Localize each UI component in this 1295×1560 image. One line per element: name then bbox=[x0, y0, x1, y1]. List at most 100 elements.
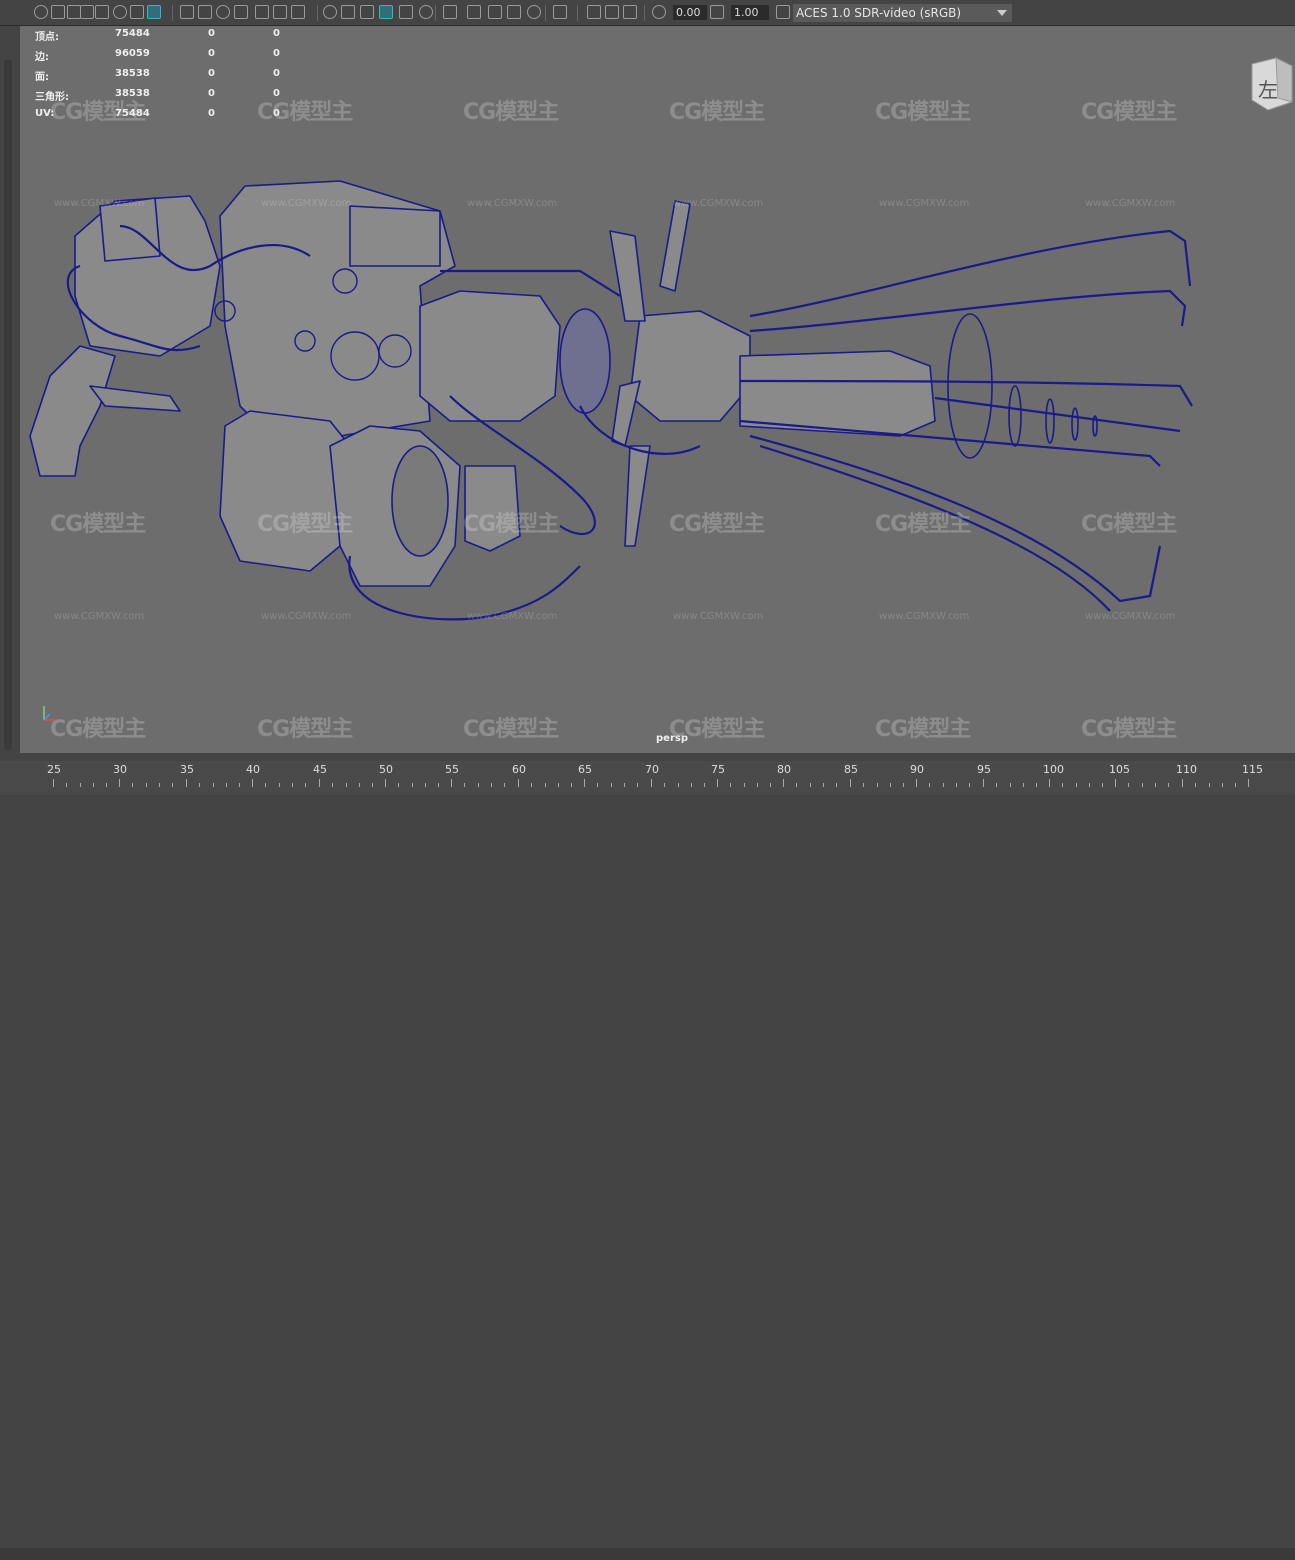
range-slider[interactable] bbox=[0, 1548, 1295, 1560]
hud-value-total: 38538 bbox=[115, 88, 150, 99]
backface-icon[interactable] bbox=[507, 5, 521, 19]
hud-value-selected: 0 bbox=[208, 48, 215, 59]
antialias-icon[interactable] bbox=[399, 5, 413, 19]
timeline-minor-tick bbox=[691, 783, 692, 787]
timeline-minor-tick bbox=[624, 783, 625, 787]
bookmark-icon[interactable] bbox=[67, 5, 81, 19]
shadows-icon[interactable] bbox=[341, 5, 355, 19]
timeline-minor-tick bbox=[265, 783, 266, 787]
timeline-tick-label: 110 bbox=[1176, 763, 1197, 776]
exposure-icon[interactable] bbox=[527, 5, 541, 19]
timeline-minor-tick bbox=[172, 783, 173, 787]
timeline-tick bbox=[1115, 779, 1116, 787]
watermark-logo: CG模型主 bbox=[463, 717, 559, 742]
wireframe-icon[interactable] bbox=[234, 5, 248, 19]
viewport-toolbar: 0.00 1.00 ACES 1.0 SDR-video (sRGB) bbox=[0, 0, 1295, 26]
camera-icon[interactable] bbox=[34, 5, 48, 19]
grid-icon[interactable] bbox=[776, 5, 790, 19]
timeline-tick bbox=[850, 779, 851, 787]
hud-label: 三角形: bbox=[35, 92, 69, 103]
film-gate-icon[interactable] bbox=[113, 5, 127, 19]
field-chart-icon[interactable] bbox=[180, 5, 194, 19]
smooth-shade-icon[interactable] bbox=[255, 5, 269, 19]
textured-icon[interactable] bbox=[291, 5, 305, 19]
watermark-url: www.CGMXW.com bbox=[261, 198, 352, 209]
3d-viewport[interactable]: CG模型主 CG模型主 CG模型主 CG模型主 CG模型主 CG模型主 CG模型主 CG模型主… bbox=[20, 26, 1295, 753]
watermark-url: www.CGMXW.com bbox=[54, 611, 145, 622]
timeline-tick bbox=[717, 779, 718, 787]
resolution-gate-icon[interactable] bbox=[130, 5, 144, 19]
xray-icon[interactable] bbox=[467, 5, 481, 19]
timeline-tick bbox=[385, 779, 386, 787]
timeline-tick-label: 85 bbox=[844, 763, 858, 776]
timeline-minor-tick bbox=[279, 783, 280, 787]
image-plane-icon[interactable] bbox=[710, 5, 724, 19]
bookmark-icon[interactable] bbox=[652, 5, 666, 19]
timeline-tick-label: 100 bbox=[1043, 763, 1064, 776]
timeline-minor-tick bbox=[438, 783, 439, 787]
isolate-select-icon[interactable] bbox=[443, 5, 457, 19]
hud-label: 面: bbox=[35, 72, 49, 83]
timeline-minor-tick bbox=[491, 783, 492, 787]
wireframe-on-shaded-icon[interactable] bbox=[273, 5, 287, 19]
watermark-logo: CG模型主 bbox=[257, 512, 353, 537]
time-slider[interactable]: 25 30 35 40 45 50 55 60 65 70 75 80 85 90 95 100 105 110 1… bbox=[0, 753, 1295, 1560]
watermark-url: www.CGMXW.com bbox=[467, 198, 558, 209]
timeline-minor-tick bbox=[678, 783, 679, 787]
timeline-minor-tick bbox=[597, 783, 598, 787]
timeline-minor-tick bbox=[106, 783, 107, 787]
hud-value-triangles: 0 bbox=[273, 108, 280, 119]
color-management-icon[interactable] bbox=[587, 5, 601, 19]
axis-gizmo-icon bbox=[43, 706, 56, 721]
hud-value-selected: 0 bbox=[208, 88, 215, 99]
camera-attributes-icon[interactable] bbox=[51, 5, 65, 19]
timeline-tick bbox=[1182, 779, 1183, 787]
watermark-url: www.CGMXW.com bbox=[879, 611, 970, 622]
timeline-tick-label: 55 bbox=[445, 763, 459, 776]
gate-mask-icon[interactable] bbox=[147, 5, 161, 19]
camera-attributes-icon[interactable] bbox=[623, 5, 637, 19]
safe-title-icon[interactable] bbox=[216, 5, 230, 19]
image-plane-icon[interactable] bbox=[80, 5, 94, 19]
watermark-logo: CG模型主 bbox=[1081, 512, 1177, 537]
timeline-tick bbox=[783, 779, 784, 787]
timeline-minor-tick bbox=[66, 783, 67, 787]
grid-icon[interactable] bbox=[95, 5, 109, 19]
exposure-field[interactable]: 0.00 bbox=[673, 5, 707, 20]
lighting-icon[interactable] bbox=[323, 5, 337, 19]
gamma-icon[interactable] bbox=[553, 5, 567, 19]
timeline-minor-tick bbox=[226, 783, 227, 787]
timeline-minor-tick bbox=[1036, 783, 1037, 787]
camera-icon[interactable] bbox=[605, 5, 619, 19]
watermark-url: www.CGMXW.com bbox=[673, 611, 764, 622]
timeline-minor-tick bbox=[836, 783, 837, 787]
watermark-logo: CG模型主 bbox=[669, 100, 765, 125]
view-cube-face-label: 左 bbox=[1258, 78, 1278, 102]
timeline-minor-tick bbox=[132, 783, 133, 787]
timeline-minor-tick bbox=[332, 783, 333, 787]
hud-label: 顶点: bbox=[35, 32, 59, 43]
watermark-logo: CG模型主 bbox=[50, 717, 146, 742]
timeline-tick bbox=[651, 779, 652, 787]
gamma-field[interactable]: 1.00 bbox=[731, 5, 769, 20]
color-space-dropdown[interactable]: ACES 1.0 SDR-video (sRGB) bbox=[793, 4, 1012, 22]
view-cube[interactable]: 左 bbox=[1248, 54, 1294, 114]
timeline-minor-tick bbox=[664, 783, 665, 787]
timeline-tick bbox=[584, 779, 585, 787]
timeline-minor-tick bbox=[969, 783, 970, 787]
timeline-tick-label: 40 bbox=[246, 763, 260, 776]
depth-of-field-icon[interactable] bbox=[419, 5, 433, 19]
timeline-minor-tick bbox=[1062, 783, 1063, 787]
left-scrollbar[interactable] bbox=[4, 60, 12, 750]
ambient-occlusion-icon[interactable] bbox=[360, 5, 374, 19]
safe-action-icon[interactable] bbox=[198, 5, 212, 19]
motion-blur-icon[interactable] bbox=[379, 5, 393, 19]
timeline-minor-tick bbox=[213, 783, 214, 787]
watermark-logo: CG模型主 bbox=[875, 100, 971, 125]
watermark-url: www.CGMXW.com bbox=[1085, 198, 1176, 209]
hud-row: 面: 38538 0 0 bbox=[35, 68, 295, 88]
timeline-minor-tick bbox=[890, 783, 891, 787]
timeline-tick bbox=[319, 779, 320, 787]
watermark-url: www.CGMXW.com bbox=[261, 611, 352, 622]
xray-joints-icon[interactable] bbox=[488, 5, 502, 19]
